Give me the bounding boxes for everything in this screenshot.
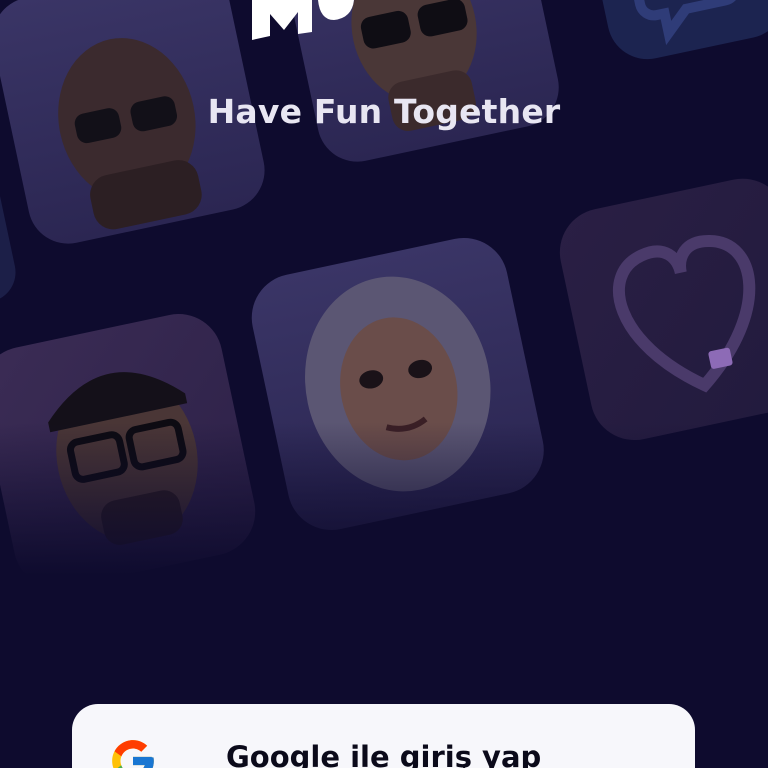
app-tagline: Have Fun Together [207,92,561,131]
google-logo-icon [112,740,154,768]
google-sign-in-button[interactable]: Google ile giriş yap [72,704,695,768]
google-sign-in-label: Google ile giriş yap [226,740,542,768]
app-logo-icon [252,0,354,40]
onboarding-screen: Have Fun Together Google ile giriş yap [0,0,768,768]
